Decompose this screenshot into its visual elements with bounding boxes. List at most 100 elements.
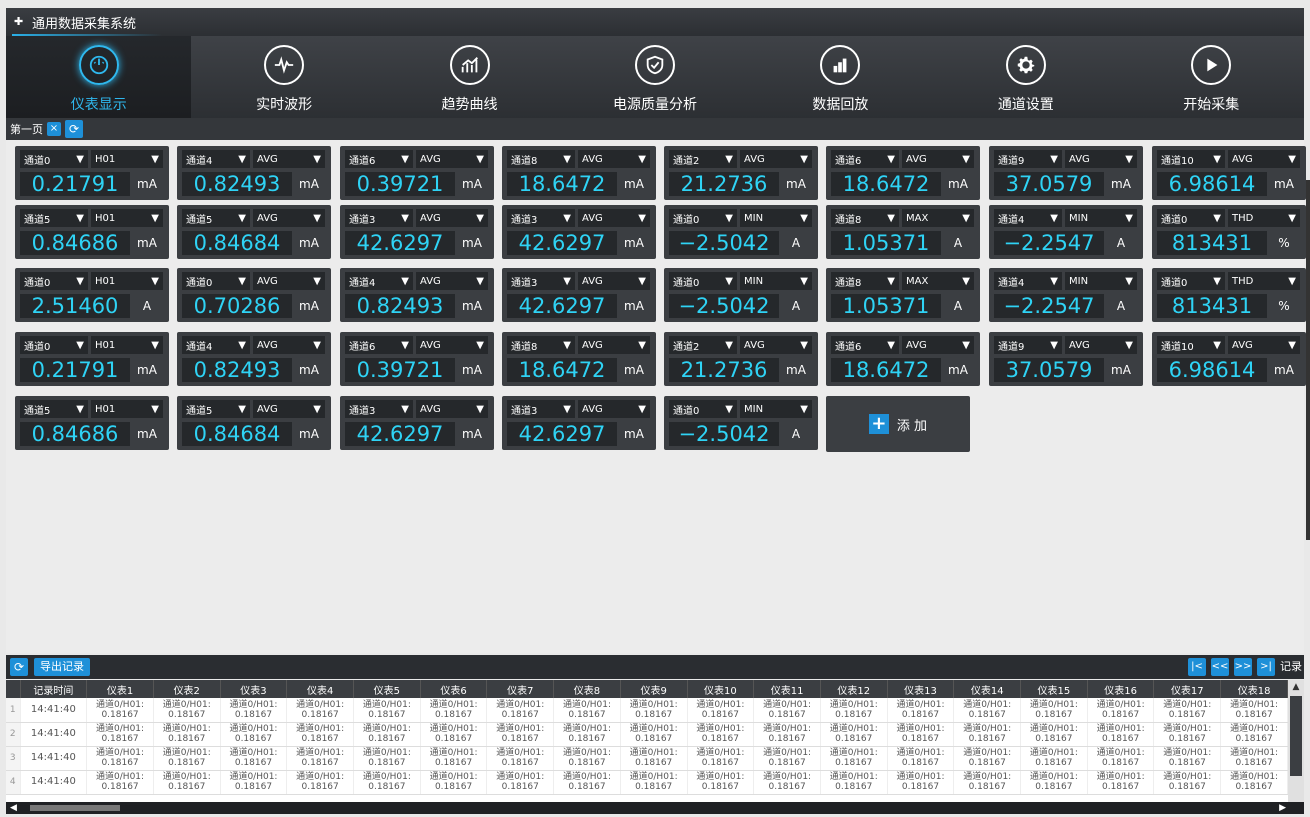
measure-type-select[interactable]: AVG ▼ bbox=[1065, 336, 1137, 354]
page-tab-label[interactable]: 第一页 bbox=[10, 121, 43, 137]
channel-select[interactable]: 通道0 ▼ bbox=[669, 400, 737, 418]
measure-type-select[interactable]: H01 ▼ bbox=[91, 272, 163, 290]
channel-select[interactable]: 通道0 ▼ bbox=[20, 336, 88, 354]
nav-item-5[interactable]: 数据回放 bbox=[748, 36, 933, 118]
table-row[interactable]: 1 14:41:40 通道0/H01: 0.18167 通道0/H01: 0.18167 通… bbox=[6, 698, 1288, 723]
table-horizontal-scrollbar[interactable]: ◀ ▶ bbox=[6, 802, 1304, 814]
measure-type-select[interactable]: THD ▼ bbox=[1228, 272, 1300, 290]
measure-type-select[interactable]: AVG ▼ bbox=[578, 400, 650, 418]
scroll-left-icon[interactable]: ◀ bbox=[10, 802, 17, 814]
channel-select[interactable]: 通道4 ▼ bbox=[994, 209, 1062, 227]
measure-type-select[interactable]: AVG ▼ bbox=[416, 336, 488, 354]
column-header[interactable]: 仪表12 bbox=[820, 680, 888, 698]
column-header[interactable]: 仪表9 bbox=[620, 680, 688, 698]
refresh-icon[interactable]: ⟳ bbox=[65, 120, 83, 138]
measure-type-select[interactable]: AVG ▼ bbox=[902, 150, 974, 168]
column-header[interactable]: 仪表5 bbox=[353, 680, 421, 698]
channel-select[interactable]: 通道10 ▼ bbox=[1157, 336, 1225, 354]
export-records-button[interactable]: 导出记录 bbox=[34, 658, 90, 676]
measure-type-select[interactable]: AVG ▼ bbox=[1065, 150, 1137, 168]
channel-select[interactable]: 通道0 ▼ bbox=[669, 209, 737, 227]
measure-type-select[interactable]: AVG ▼ bbox=[578, 336, 650, 354]
channel-select[interactable]: 通道8 ▼ bbox=[831, 209, 899, 227]
channel-select[interactable]: 通道0 ▼ bbox=[20, 150, 88, 168]
column-header[interactable]: 仪表14 bbox=[953, 680, 1022, 698]
measure-type-select[interactable]: MIN ▼ bbox=[740, 209, 812, 227]
channel-select[interactable]: 通道3 ▼ bbox=[507, 209, 575, 227]
channel-select[interactable]: 通道3 ▼ bbox=[345, 400, 413, 418]
channel-select[interactable]: 通道6 ▼ bbox=[831, 336, 899, 354]
channel-select[interactable]: 通道6 ▼ bbox=[345, 150, 413, 168]
first-page-button[interactable]: |< bbox=[1188, 658, 1206, 676]
channel-select[interactable]: 通道6 ▼ bbox=[831, 150, 899, 168]
measure-type-select[interactable]: AVG ▼ bbox=[902, 336, 974, 354]
column-header[interactable]: 仪表10 bbox=[687, 680, 755, 698]
column-header[interactable]: 仪表3 bbox=[220, 680, 288, 698]
scroll-up-icon[interactable]: ▲ bbox=[1288, 680, 1304, 694]
measure-type-select[interactable]: AVG ▼ bbox=[578, 150, 650, 168]
measure-type-select[interactable]: MIN ▼ bbox=[1065, 209, 1137, 227]
content-scrollbar[interactable] bbox=[1306, 180, 1310, 540]
nav-item-1[interactable]: 仪表显示 bbox=[6, 36, 192, 118]
column-header[interactable]: 仪表17 bbox=[1153, 680, 1222, 698]
measure-type-select[interactable]: THD ▼ bbox=[1228, 209, 1300, 227]
measure-type-select[interactable]: AVG ▼ bbox=[578, 209, 650, 227]
nav-item-7[interactable]: 开始采集 bbox=[1119, 36, 1304, 118]
column-header[interactable]: 仪表1 bbox=[86, 680, 154, 698]
channel-select[interactable]: 通道0 ▼ bbox=[1157, 209, 1225, 227]
close-tab-icon[interactable]: × bbox=[47, 122, 61, 136]
measure-type-select[interactable]: MAX ▼ bbox=[902, 272, 974, 290]
measure-type-select[interactable]: AVG ▼ bbox=[253, 150, 325, 168]
channel-select[interactable]: 通道9 ▼ bbox=[994, 336, 1062, 354]
channel-select[interactable]: 通道0 ▼ bbox=[669, 272, 737, 290]
channel-select[interactable]: 通道0 ▼ bbox=[1157, 272, 1225, 290]
h-scroll-thumb[interactable] bbox=[30, 805, 120, 811]
measure-type-select[interactable]: AVG ▼ bbox=[416, 150, 488, 168]
prev-page-button[interactable]: << bbox=[1211, 658, 1229, 676]
measure-type-select[interactable]: H01 ▼ bbox=[91, 400, 163, 418]
column-header[interactable]: 仪表11 bbox=[753, 680, 821, 698]
measure-type-select[interactable]: MIN ▼ bbox=[1065, 272, 1137, 290]
measure-type-select[interactable]: AVG ▼ bbox=[253, 336, 325, 354]
scroll-thumb[interactable] bbox=[1290, 696, 1302, 776]
channel-select[interactable]: 通道3 ▼ bbox=[345, 209, 413, 227]
channel-select[interactable]: 通道2 ▼ bbox=[669, 336, 737, 354]
measure-type-select[interactable]: MIN ▼ bbox=[740, 272, 812, 290]
channel-select[interactable]: 通道5 ▼ bbox=[182, 209, 250, 227]
measure-type-select[interactable]: MAX ▼ bbox=[902, 209, 974, 227]
column-header[interactable]: 仪表7 bbox=[486, 680, 555, 698]
channel-select[interactable]: 通道4 ▼ bbox=[182, 150, 250, 168]
last-page-button[interactable]: >| bbox=[1257, 658, 1275, 676]
channel-select[interactable]: 通道3 ▼ bbox=[507, 400, 575, 418]
channel-select[interactable]: 通道8 ▼ bbox=[507, 150, 575, 168]
channel-select[interactable]: 通道4 ▼ bbox=[994, 272, 1062, 290]
column-header[interactable]: 仪表8 bbox=[553, 680, 621, 698]
nav-item-3[interactable]: 趋势曲线 bbox=[377, 36, 562, 118]
channel-select[interactable]: 通道5 ▼ bbox=[20, 400, 88, 418]
channel-select[interactable]: 通道5 ▼ bbox=[182, 400, 250, 418]
column-header[interactable]: 仪表6 bbox=[420, 680, 488, 698]
measure-type-select[interactable]: AVG ▼ bbox=[253, 209, 325, 227]
column-header[interactable]: 仪表4 bbox=[286, 680, 355, 698]
measure-type-select[interactable]: AVG ▼ bbox=[1228, 150, 1300, 168]
channel-select[interactable]: 通道2 ▼ bbox=[669, 150, 737, 168]
measure-type-select[interactable]: AVG ▼ bbox=[253, 400, 325, 418]
measure-type-select[interactable]: H01 ▼ bbox=[91, 150, 163, 168]
channel-select[interactable]: 通道8 ▼ bbox=[507, 336, 575, 354]
measure-type-select[interactable]: AVG ▼ bbox=[416, 400, 488, 418]
column-header[interactable]: 记录时间 bbox=[20, 680, 88, 698]
channel-select[interactable]: 通道5 ▼ bbox=[20, 209, 88, 227]
next-page-button[interactable]: >> bbox=[1234, 658, 1252, 676]
channel-select[interactable]: 通道3 ▼ bbox=[507, 272, 575, 290]
channel-select[interactable]: 通道0 ▼ bbox=[20, 272, 88, 290]
channel-select[interactable]: 通道4 ▼ bbox=[345, 272, 413, 290]
measure-type-select[interactable]: AVG ▼ bbox=[416, 209, 488, 227]
channel-select[interactable]: 通道9 ▼ bbox=[994, 150, 1062, 168]
measure-type-select[interactable]: AVG ▼ bbox=[416, 272, 488, 290]
nav-item-4[interactable]: 电源质量分析 bbox=[562, 36, 747, 118]
column-header[interactable]: 仪表13 bbox=[887, 680, 955, 698]
table-row[interactable]: 2 14:41:40 通道0/H01: 0.18167 通道0/H01: 0.18167 通… bbox=[6, 722, 1288, 747]
column-header[interactable]: 仪表18 bbox=[1220, 680, 1288, 698]
measure-type-select[interactable]: AVG ▼ bbox=[740, 336, 812, 354]
measure-type-select[interactable]: AVG ▼ bbox=[740, 150, 812, 168]
